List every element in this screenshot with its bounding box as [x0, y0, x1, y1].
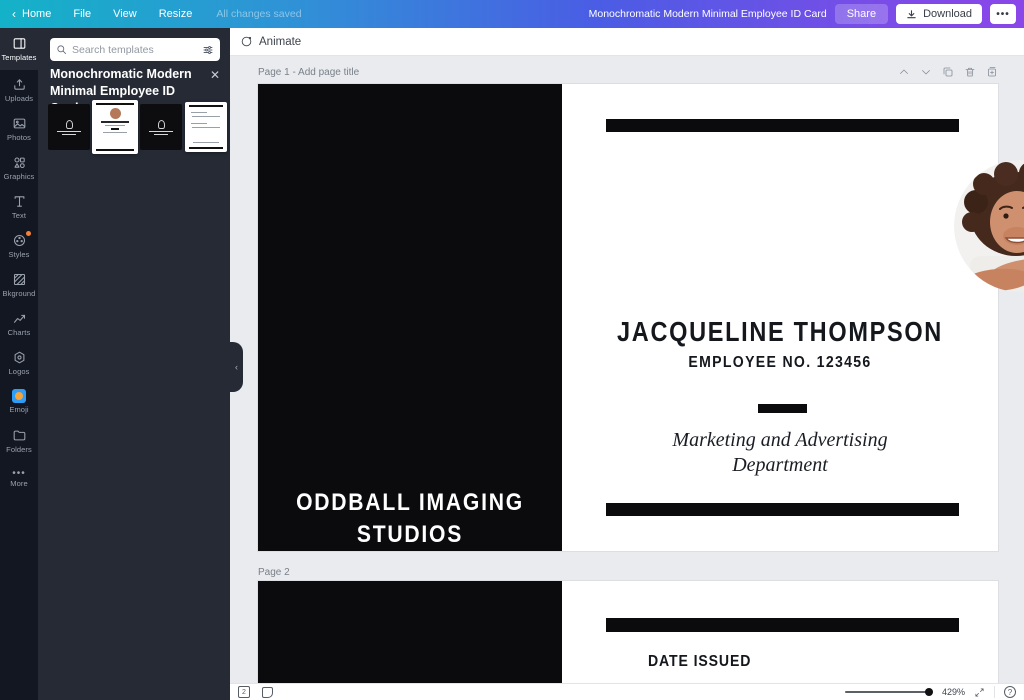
background-icon: [12, 272, 27, 287]
download-label: Download: [923, 8, 972, 20]
templates-panel: Monochromatic Modern Minimal Employee ID…: [38, 28, 230, 700]
page2-title[interactable]: Page 2: [258, 567, 290, 578]
document-title[interactable]: Monochromatic Modern Minimal Employee ID…: [589, 8, 827, 20]
sidebar-item-uploads[interactable]: Uploads: [0, 70, 38, 109]
employee-name[interactable]: JACQUELINE THOMPSON: [597, 316, 963, 348]
card-back[interactable]: JACQUELINE THOMPSON EMPLOYEE NO. 123456 …: [562, 84, 998, 551]
sidebar-item-logos[interactable]: Logos: [0, 343, 38, 382]
sidebar-item-background[interactable]: Bkground: [0, 265, 38, 304]
template-thumbnails: [48, 98, 224, 156]
menu-view[interactable]: View: [113, 8, 137, 20]
download-button[interactable]: Download: [896, 4, 982, 24]
more-options-button[interactable]: •••: [990, 4, 1016, 24]
more-icon: •••: [12, 471, 26, 477]
card2-back[interactable]: DATE ISSUED: [562, 581, 998, 683]
move-down-icon[interactable]: [920, 66, 932, 78]
page-tools: [898, 66, 998, 78]
template-thumbnail-page2-front[interactable]: [140, 104, 182, 150]
avatar: [110, 108, 121, 119]
divider-bar[interactable]: [758, 404, 807, 413]
photos-icon: [12, 116, 27, 131]
status-bar: 2 429% ?: [230, 683, 1024, 700]
sidebar-item-emoji[interactable]: Emoji: [0, 382, 38, 421]
sidebar-rail: Templates Uploads Photos Graphics Text S…: [0, 28, 38, 700]
saved-status: All changes saved: [216, 8, 301, 20]
sidebar-item-more[interactable]: ••• More: [0, 460, 38, 499]
sidebar-item-graphics[interactable]: Graphics: [0, 148, 38, 187]
portrait-photo: [954, 160, 1024, 292]
add-page-icon[interactable]: [986, 66, 998, 78]
page1-title[interactable]: Page 1 - Add page title: [258, 67, 359, 78]
card2-front[interactable]: [258, 581, 562, 683]
search-input[interactable]: [72, 44, 197, 56]
sidebar-item-styles[interactable]: Styles: [0, 226, 38, 265]
date-issued-label[interactable]: DATE ISSUED: [648, 653, 751, 671]
menu-home[interactable]: Home: [22, 8, 51, 20]
download-icon: [906, 9, 917, 20]
employee-photo[interactable]: [954, 160, 1024, 292]
charts-icon: [12, 311, 27, 326]
menu-resize[interactable]: Resize: [159, 8, 193, 20]
sidebar-item-text[interactable]: Text: [0, 187, 38, 226]
bulb-icon: [158, 120, 165, 129]
editor-canvas: Animate Page 1 - Add page title ODDBALL …: [230, 28, 1024, 683]
zoom-level[interactable]: 429%: [942, 687, 965, 697]
fullscreen-icon[interactable]: [974, 687, 985, 698]
company-name[interactable]: ODDBALL IMAGING STUDIOS: [278, 487, 542, 552]
delete-page-icon[interactable]: [964, 66, 976, 78]
template-thumbnail-page2-back[interactable]: [185, 102, 227, 152]
help-icon[interactable]: ?: [1004, 686, 1016, 698]
bulb-icon: [66, 120, 73, 129]
decorative-bar-top[interactable]: [606, 119, 959, 132]
animate-icon: [240, 35, 253, 48]
template-thumbnail-page1-front[interactable]: [48, 104, 90, 150]
sidebar-item-photos[interactable]: Photos: [0, 109, 38, 148]
notes-icon[interactable]: [262, 687, 273, 698]
move-up-icon[interactable]: [898, 66, 910, 78]
notification-badge: [26, 231, 31, 236]
template-thumbnail-page1-back[interactable]: [92, 100, 138, 154]
back-icon[interactable]: ‹: [12, 7, 16, 21]
folders-icon: [12, 428, 27, 443]
duplicate-page-icon[interactable]: [942, 66, 954, 78]
logos-icon: [12, 350, 27, 365]
design-page-1[interactable]: ODDBALL IMAGING STUDIOS: [258, 84, 998, 551]
filter-icon[interactable]: [202, 44, 214, 56]
editor-toolbar: Animate: [230, 28, 1024, 56]
department[interactable]: Marketing and Advertising Department: [630, 428, 930, 478]
zoom-slider-knob[interactable]: [925, 688, 933, 696]
page-count-icon[interactable]: 2: [238, 686, 250, 698]
text-icon: [12, 194, 27, 209]
menu-file[interactable]: File: [73, 8, 91, 20]
sidebar-item-templates[interactable]: Templates: [0, 28, 38, 70]
employee-number[interactable]: EMPLOYEE NO. 123456: [588, 354, 972, 372]
search-icon: [56, 44, 67, 55]
upload-icon: [12, 77, 27, 92]
graphics-icon: [12, 155, 27, 170]
top-bar: ‹ Home File View Resize All changes save…: [0, 0, 1024, 28]
design-page-2[interactable]: DATE ISSUED: [258, 581, 998, 683]
templates-icon: [12, 36, 27, 51]
share-button[interactable]: Share: [835, 4, 888, 24]
emoji-icon: [12, 389, 26, 403]
sidebar-item-folders[interactable]: Folders: [0, 421, 38, 460]
sidebar-item-charts[interactable]: Charts: [0, 304, 38, 343]
decorative-bar-bottom[interactable]: [606, 503, 959, 516]
card-front[interactable]: ODDBALL IMAGING STUDIOS: [258, 84, 562, 551]
panel-collapse-toggle[interactable]: ‹: [230, 342, 243, 392]
zoom-slider[interactable]: [845, 691, 933, 693]
search-box[interactable]: [50, 38, 220, 61]
decorative-bar-top[interactable]: [606, 618, 959, 632]
styles-icon: [12, 233, 27, 248]
animate-button[interactable]: Animate: [240, 35, 301, 48]
